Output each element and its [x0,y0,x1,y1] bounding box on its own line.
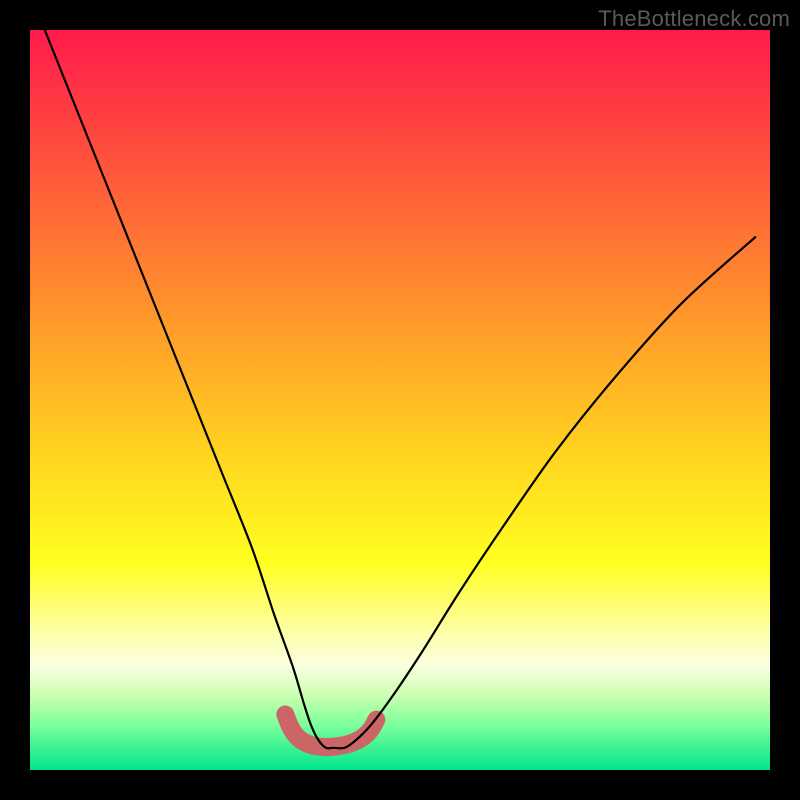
gradient-background [30,30,770,770]
plot-area [30,30,770,770]
chart-frame: TheBottleneck.com [0,0,800,800]
watermark-text: TheBottleneck.com [598,6,790,32]
chart-svg [30,30,770,770]
